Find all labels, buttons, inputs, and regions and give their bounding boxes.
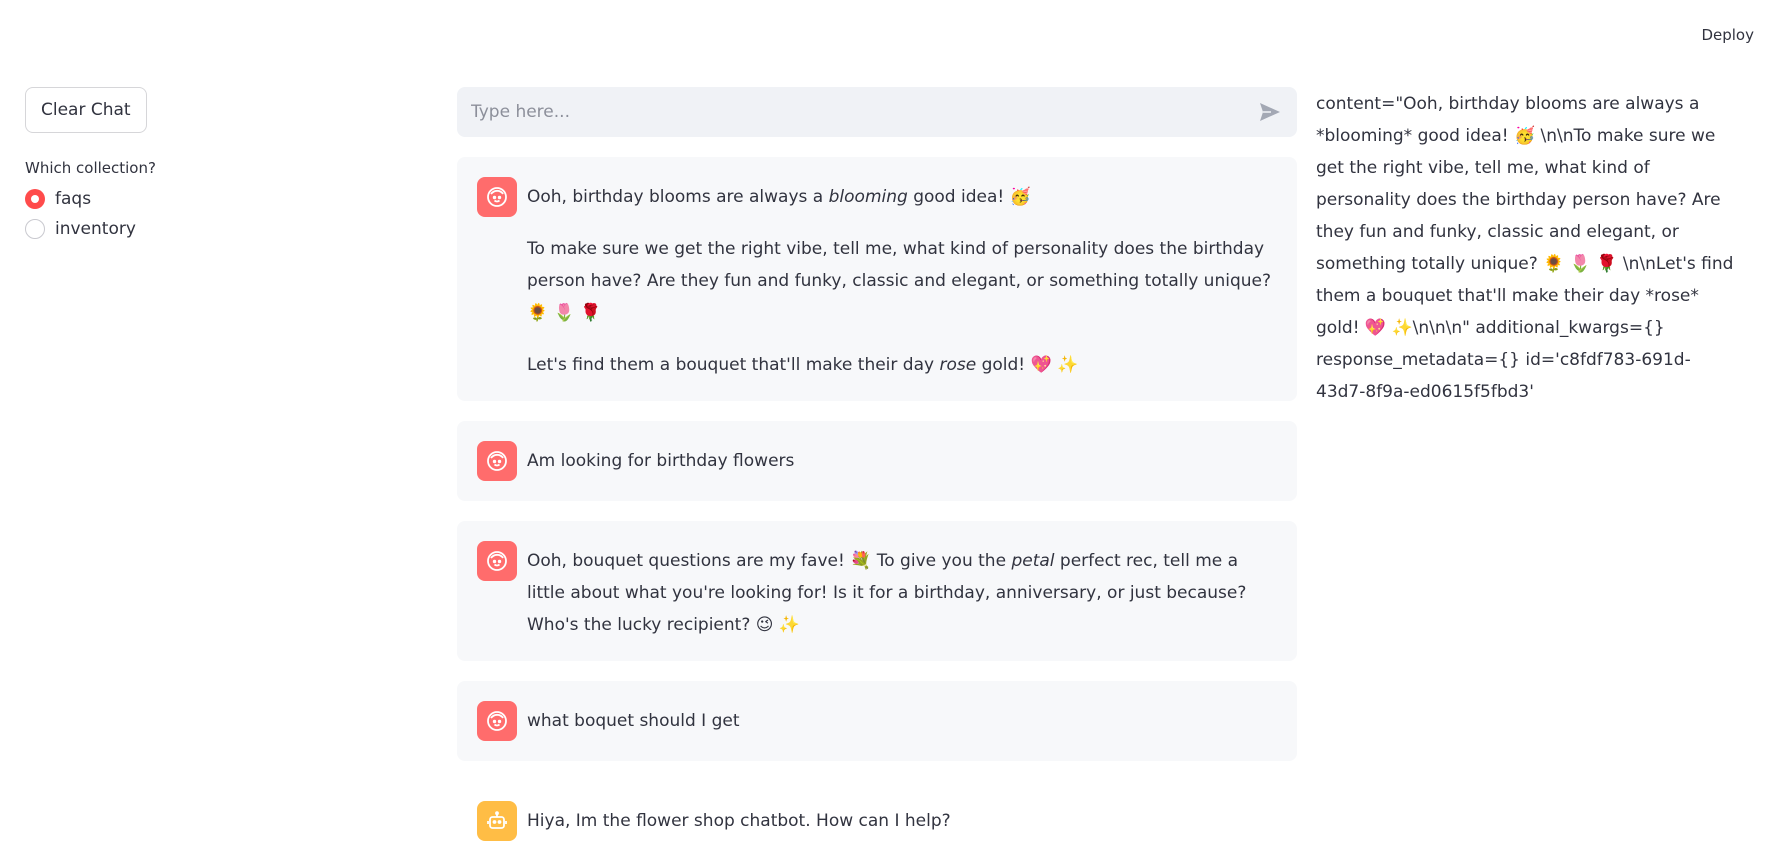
sidebar: Clear Chat Which collection? faqs invent… (25, 87, 325, 239)
deploy-button[interactable]: Deploy (1701, 26, 1754, 44)
message-text: what boquet should I get (527, 711, 740, 731)
radio-option-inventory[interactable]: inventory (25, 219, 325, 239)
chat-message: Ooh, bouquet questions are my fave! 💐 To… (457, 521, 1297, 661)
radio-option-label: inventory (55, 219, 136, 239)
user-avatar-icon (477, 441, 517, 481)
bot-avatar-icon (477, 801, 517, 841)
message-text: Am looking for birthday flowers (527, 451, 795, 471)
chat-message: Am looking for birthday flowers (457, 421, 1297, 501)
send-icon[interactable] (1257, 99, 1283, 125)
radio-checked-icon[interactable] (25, 189, 45, 209)
message-text: Hiya, Im the flower shop chatbot. How ca… (527, 811, 951, 831)
message-paragraph: Ooh, birthday blooms are always a bloomi… (527, 187, 1031, 207)
radio-option-label: faqs (55, 189, 92, 209)
clear-chat-button[interactable]: Clear Chat (25, 87, 147, 133)
chat-input-container[interactable] (457, 87, 1297, 137)
message-text: Ooh, bouquet questions are my fave! 💐 To… (527, 551, 1247, 635)
chat-message: what boquet should I get (457, 681, 1297, 761)
chat-message: Hiya, Im the flower shop chatbot. How ca… (457, 781, 1297, 861)
user-avatar-icon (477, 701, 517, 741)
collection-radio-label: Which collection? (25, 159, 156, 177)
user-avatar-icon (477, 177, 517, 217)
radio-unchecked-icon[interactable] (25, 219, 45, 239)
user-avatar-icon (477, 541, 517, 581)
message-text: Ooh, birthday blooms are always a bloomi… (527, 177, 1277, 381)
radio-option-faqs[interactable]: faqs (25, 189, 325, 209)
message-paragraph: To make sure we get the right vibe, tell… (527, 239, 1271, 323)
message-paragraph: Let's find them a bouquet that'll make t… (527, 355, 1079, 375)
chat-message: Ooh, birthday blooms are always a bloomi… (457, 157, 1297, 401)
chat-input[interactable] (471, 102, 1257, 122)
debug-output: content="Ooh, birthday blooms are always… (1316, 94, 1734, 402)
chat-main: Ooh, birthday blooms are always a bloomi… (457, 87, 1297, 861)
